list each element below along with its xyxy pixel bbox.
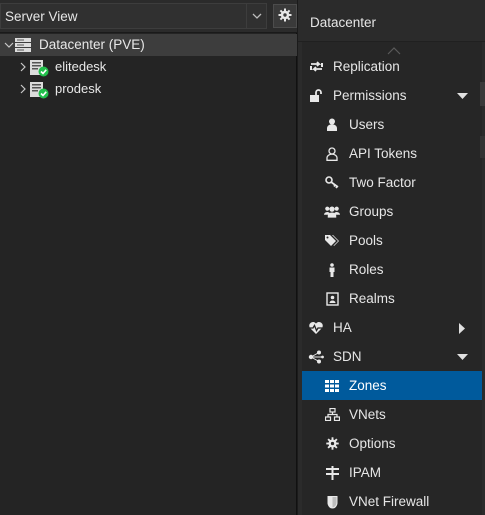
heartbeat-icon — [308, 320, 324, 335]
menu-item-vnets[interactable]: VNets — [302, 400, 482, 429]
content-panel-edge — [480, 136, 485, 158]
menu-item-ha[interactable]: HA — [302, 313, 482, 342]
menu-item-label: Two Factor — [349, 175, 416, 190]
menu-item-label: Replication — [333, 59, 400, 74]
key-icon — [324, 175, 340, 190]
menu-item-realms[interactable]: Realms — [302, 284, 482, 313]
gear-icon — [324, 436, 340, 451]
tree-node-elitedesk[interactable]: elitedesk — [0, 56, 297, 78]
user-icon — [324, 117, 340, 132]
panel-header: Datacenter — [298, 0, 485, 42]
gear-icon — [278, 8, 292, 25]
menu-item-label: HA — [333, 320, 352, 335]
view-select[interactable]: Server View — [0, 3, 267, 29]
menu-item-label: Groups — [349, 204, 394, 219]
content-panel-edge — [480, 82, 485, 106]
menu-item-groups[interactable]: Groups — [302, 197, 482, 226]
menu-item-zones[interactable]: Zones — [302, 371, 482, 400]
address-book-icon — [324, 291, 340, 306]
menu-item-vnet-firewall[interactable]: VNet Firewall — [302, 487, 482, 515]
node-online-icon — [29, 81, 49, 99]
view-toolbar: Server View — [0, 0, 297, 33]
replication-icon — [308, 59, 324, 74]
menu-item-roles[interactable]: Roles — [302, 255, 482, 284]
view-settings-button[interactable] — [273, 4, 297, 28]
menu-item-pools[interactable]: Pools — [302, 226, 482, 255]
network-icon — [324, 407, 340, 422]
menu-item-label: VNet Firewall — [349, 494, 430, 509]
chevron-right-icon[interactable] — [17, 61, 29, 73]
menu-item-users[interactable]: Users — [302, 110, 482, 139]
tree-node-label: Datacenter (PVE) — [39, 37, 145, 52]
datacenter-menu: Replication Permissions Users API Tokens — [302, 42, 482, 515]
menu-item-label: Zones — [349, 378, 387, 393]
menu-item-label: API Tokens — [349, 146, 418, 161]
menu-item-label: SDN — [333, 349, 362, 364]
sdn-icon — [308, 349, 324, 364]
grid-icon — [324, 378, 340, 393]
menu-item-api-tokens[interactable]: API Tokens — [302, 139, 482, 168]
group-icon — [324, 204, 340, 219]
view-select-value: Server View — [5, 9, 78, 24]
node-online-icon — [29, 59, 49, 77]
male-icon — [324, 262, 340, 277]
caret-right-icon[interactable] — [456, 322, 468, 334]
chevron-right-icon[interactable] — [17, 83, 29, 95]
menu-item-replication[interactable]: Replication — [302, 52, 482, 81]
datacenter-panel: Datacenter Replication Permissions Users… — [298, 0, 485, 515]
tags-icon — [324, 233, 340, 248]
menu-item-two-factor[interactable]: Two Factor — [302, 168, 482, 197]
menu-item-label: Users — [349, 117, 385, 132]
menu-item-label: Realms — [349, 291, 395, 306]
menu-item-label: Pools — [349, 233, 383, 248]
menu-item-label: IPAM — [349, 465, 382, 480]
ipam-icon — [324, 465, 340, 480]
api-token-icon — [324, 146, 340, 161]
menu-item-label: Roles — [349, 262, 384, 277]
tree-node-label: elitedesk — [55, 59, 107, 74]
server-rack-icon — [14, 37, 32, 53]
menu-item-ipam[interactable]: IPAM — [302, 458, 482, 487]
menu-item-label: Permissions — [333, 88, 407, 103]
menu-item-sdn[interactable]: SDN — [302, 342, 482, 371]
page-title: Datacenter — [310, 15, 377, 30]
menu-item-label: VNets — [349, 407, 386, 422]
tree-node-prodesk[interactable]: prodesk — [0, 78, 297, 100]
resource-tree-panel: Server View Datacenter (PVE) elitedesk p… — [0, 0, 297, 515]
unlock-icon — [308, 88, 324, 103]
shield-icon — [324, 494, 340, 509]
menu-item-permissions[interactable]: Permissions — [302, 81, 482, 110]
tree-node-datacenter[interactable]: Datacenter (PVE) — [0, 34, 297, 56]
caret-down-icon[interactable] — [456, 351, 468, 363]
menu-item-label: Options — [349, 436, 396, 451]
menu-item-options[interactable]: Options — [302, 429, 482, 458]
caret-down-icon[interactable] — [456, 90, 468, 102]
tree-node-label: prodesk — [55, 81, 102, 96]
chevron-down-icon[interactable] — [246, 4, 266, 28]
resource-tree: Datacenter (PVE) elitedesk prodesk — [0, 34, 297, 100]
